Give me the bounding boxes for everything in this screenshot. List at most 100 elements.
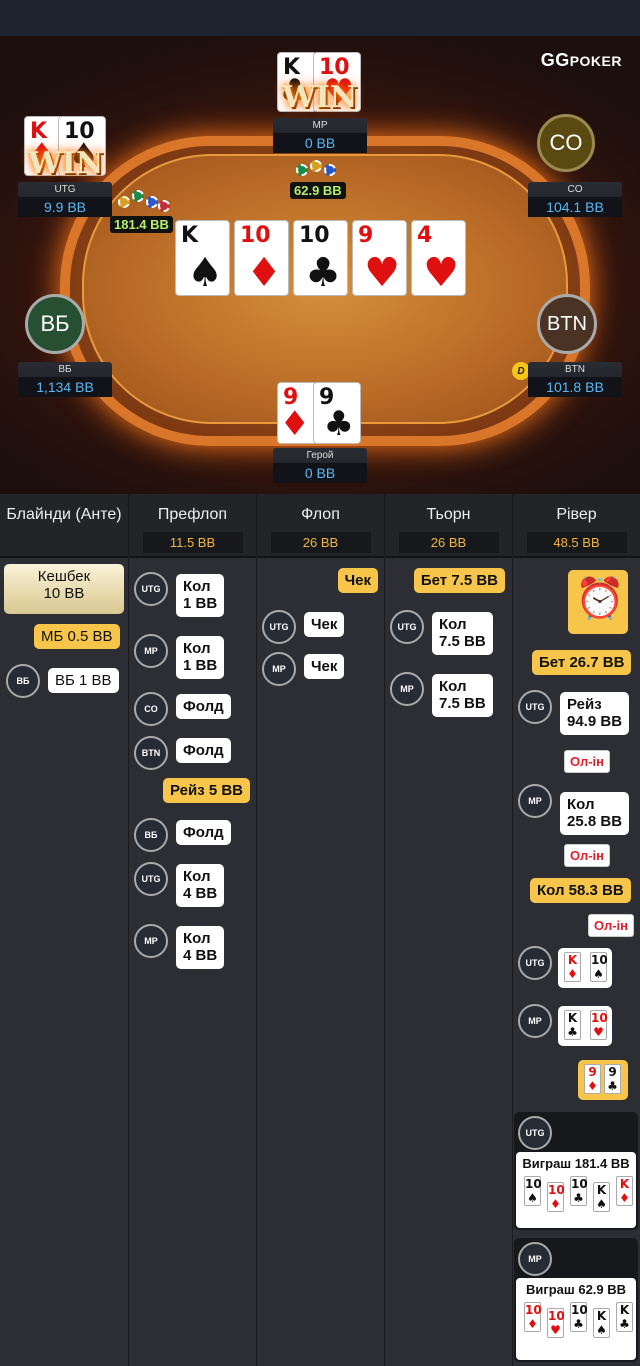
river-bet: Бет 26.7 BB (532, 650, 632, 676)
card-rank: K ♠ (593, 1182, 610, 1212)
card-rank: 9 ♣ (604, 1064, 621, 1094)
card-rank: 10 ♦ (524, 1302, 542, 1332)
action-bubble: Фолд (176, 820, 231, 846)
bb-nameplate: ВБ 1,134 BB (18, 362, 112, 397)
mp-pot-amount: 62.9 BB (290, 182, 346, 199)
chip-icon (146, 196, 158, 208)
mp-nameplate: MP 0 BB (273, 118, 367, 153)
action-bubble: Чек (337, 568, 378, 594)
card-rank: 9 ♦ (584, 1064, 601, 1094)
co-nameplate: CO 104.1 BB (528, 182, 622, 217)
action-bubble: Кол 7.5 BB (432, 612, 493, 655)
pot-size: 26 BB (270, 532, 371, 553)
avatar-utg: UTG (390, 610, 424, 644)
hero-card-1: 9 ♦ (277, 382, 317, 444)
card-rank: K ♣ (564, 1010, 581, 1040)
hero-nameplate: Герой 0 BB (273, 448, 367, 483)
poker-table: GGPOKER K ♠ 10 ♦ 10 ♣ 9 ♥ 4 ♥ K ♣ 10 ♥ WIN MP 0 BB 6… (0, 36, 640, 494)
avatar-utg: UTG (518, 690, 552, 724)
avatar-mp: MP (134, 634, 168, 668)
allin-badge: Ол-ін (588, 914, 634, 937)
bb-action: ВБ 1 BB (48, 668, 119, 694)
card-rank: 10 ♣ (570, 1176, 588, 1206)
card-rank: 10 ♠ (590, 952, 608, 982)
card-rank: 10 ♥ (590, 1010, 608, 1040)
ggpoker-logo: GGPOKER (540, 50, 622, 70)
cashback-badge: Кешбек 10 BB (4, 564, 124, 614)
card-rank: 10 ♦ (547, 1182, 565, 1212)
chip-icon (296, 164, 308, 176)
river-mp-call: Кол 25.8 BB (560, 792, 630, 835)
win-amount: Виграш 62.9 BB (525, 1282, 627, 1297)
board-card: 10 ♣ (293, 220, 348, 296)
board-card: K ♠ (175, 220, 230, 296)
avatar-utg: UTG (134, 862, 168, 896)
column-title: Рівер (556, 506, 597, 523)
action-bubble: Чек (304, 612, 345, 638)
utg-nameplate: UTG 9.9 BB (18, 182, 112, 217)
avatar-utg: UTG (518, 946, 552, 980)
board-card: 9 ♥ (352, 220, 407, 296)
btn-nameplate: BTN 101.8 BB (528, 362, 622, 397)
btn-seat[interactable]: BTN (537, 294, 597, 354)
mp-win-label: WIN (282, 80, 358, 115)
avatar-btn: BTN (134, 736, 168, 770)
board-card: 10 ♦ (234, 220, 289, 296)
co-seat[interactable]: CO (537, 114, 595, 172)
action-bubble: Чек (304, 654, 345, 680)
action-bubble: Кол 4 BB (176, 926, 225, 969)
avatar-mp: MP (262, 652, 296, 686)
action-bubble: Кол 7.5 BB (432, 674, 493, 717)
allin-badge: Ол-ін (564, 844, 610, 867)
column-title: Блайнди (Анте) (6, 506, 122, 523)
action-bubble: Фолд (176, 694, 231, 720)
bb-seat[interactable]: ВБ (25, 294, 85, 354)
hero-card-2: 9 ♣ (313, 382, 361, 444)
action-bubble: Бет 7.5 BB (413, 568, 505, 594)
river-hero-call: Кол 58.3 BB (530, 878, 631, 904)
chip-icon (310, 160, 322, 172)
win-box-mp: MP Виграш 62.9 BB 10 ♦ 10 ♥ 10 ♣ K ♠ K ♣ (514, 1238, 638, 1362)
action-bubble: Кол 1 BB (176, 574, 225, 617)
win-box-utg: UTG Виграш 181.4 BB 10 ♠ 10 ♦ 10 ♣ K ♠ K ♦ (514, 1112, 638, 1230)
avatar-mp: MP (134, 924, 168, 958)
avatar-вб: ВБ (134, 818, 168, 852)
action-bubble: Кол 1 BB (176, 636, 225, 679)
utg-win-label: WIN (28, 146, 104, 181)
river-utg-raise: Рейз 94.9 BB (560, 692, 630, 735)
pot-size: 26 BB (398, 532, 499, 553)
utg-pot-amount: 181.4 BB (110, 216, 173, 233)
card-rank: K ♠ (593, 1308, 610, 1338)
card-rank: 10 ♥ (547, 1308, 565, 1338)
chip-icon (158, 200, 170, 212)
avatar-utg: UTG (134, 572, 168, 606)
avatar-mp: MP (390, 672, 424, 706)
board-card: 4 ♥ (411, 220, 466, 296)
card-rank: K ♦ (616, 1176, 633, 1206)
action-bubble: Фолд (176, 738, 231, 764)
alarm-clock-icon[interactable]: ⏰ (568, 570, 628, 634)
card-rank: 10 ♣ (570, 1302, 588, 1332)
avatar-utg: UTG (262, 610, 296, 644)
chip-icon (118, 196, 130, 208)
avatar-co: CO (134, 692, 168, 726)
avatar-mp: MP (518, 1242, 552, 1276)
action-bubble: Рейз 5 BB (163, 778, 250, 804)
win-amount: Виграш 181.4 BB (522, 1156, 630, 1171)
card-rank: K ♣ (616, 1302, 633, 1332)
card-rank: 10 ♠ (524, 1176, 542, 1206)
chip-icon (132, 190, 144, 202)
top-bar (0, 0, 640, 36)
action-bubble: Кол 4 BB (176, 864, 225, 907)
chip-icon (324, 164, 336, 176)
column-title: Флоп (301, 506, 340, 523)
sb-action: МБ 0.5 BB (34, 624, 120, 650)
pot-size: 48.5 BB (526, 532, 627, 553)
avatar-utg: UTG (518, 1116, 552, 1150)
hand-history: Блайнди (Анте) Префлоп 11.5 BB Флоп 26 BB … (0, 494, 640, 1366)
column-title: Тьорн (426, 506, 471, 523)
pot-size: 11.5 BB (142, 532, 243, 553)
column-title: Префлоп (157, 506, 228, 523)
allin-badge: Ол-ін (564, 750, 610, 773)
avatar-bb: ВБ (6, 664, 40, 698)
